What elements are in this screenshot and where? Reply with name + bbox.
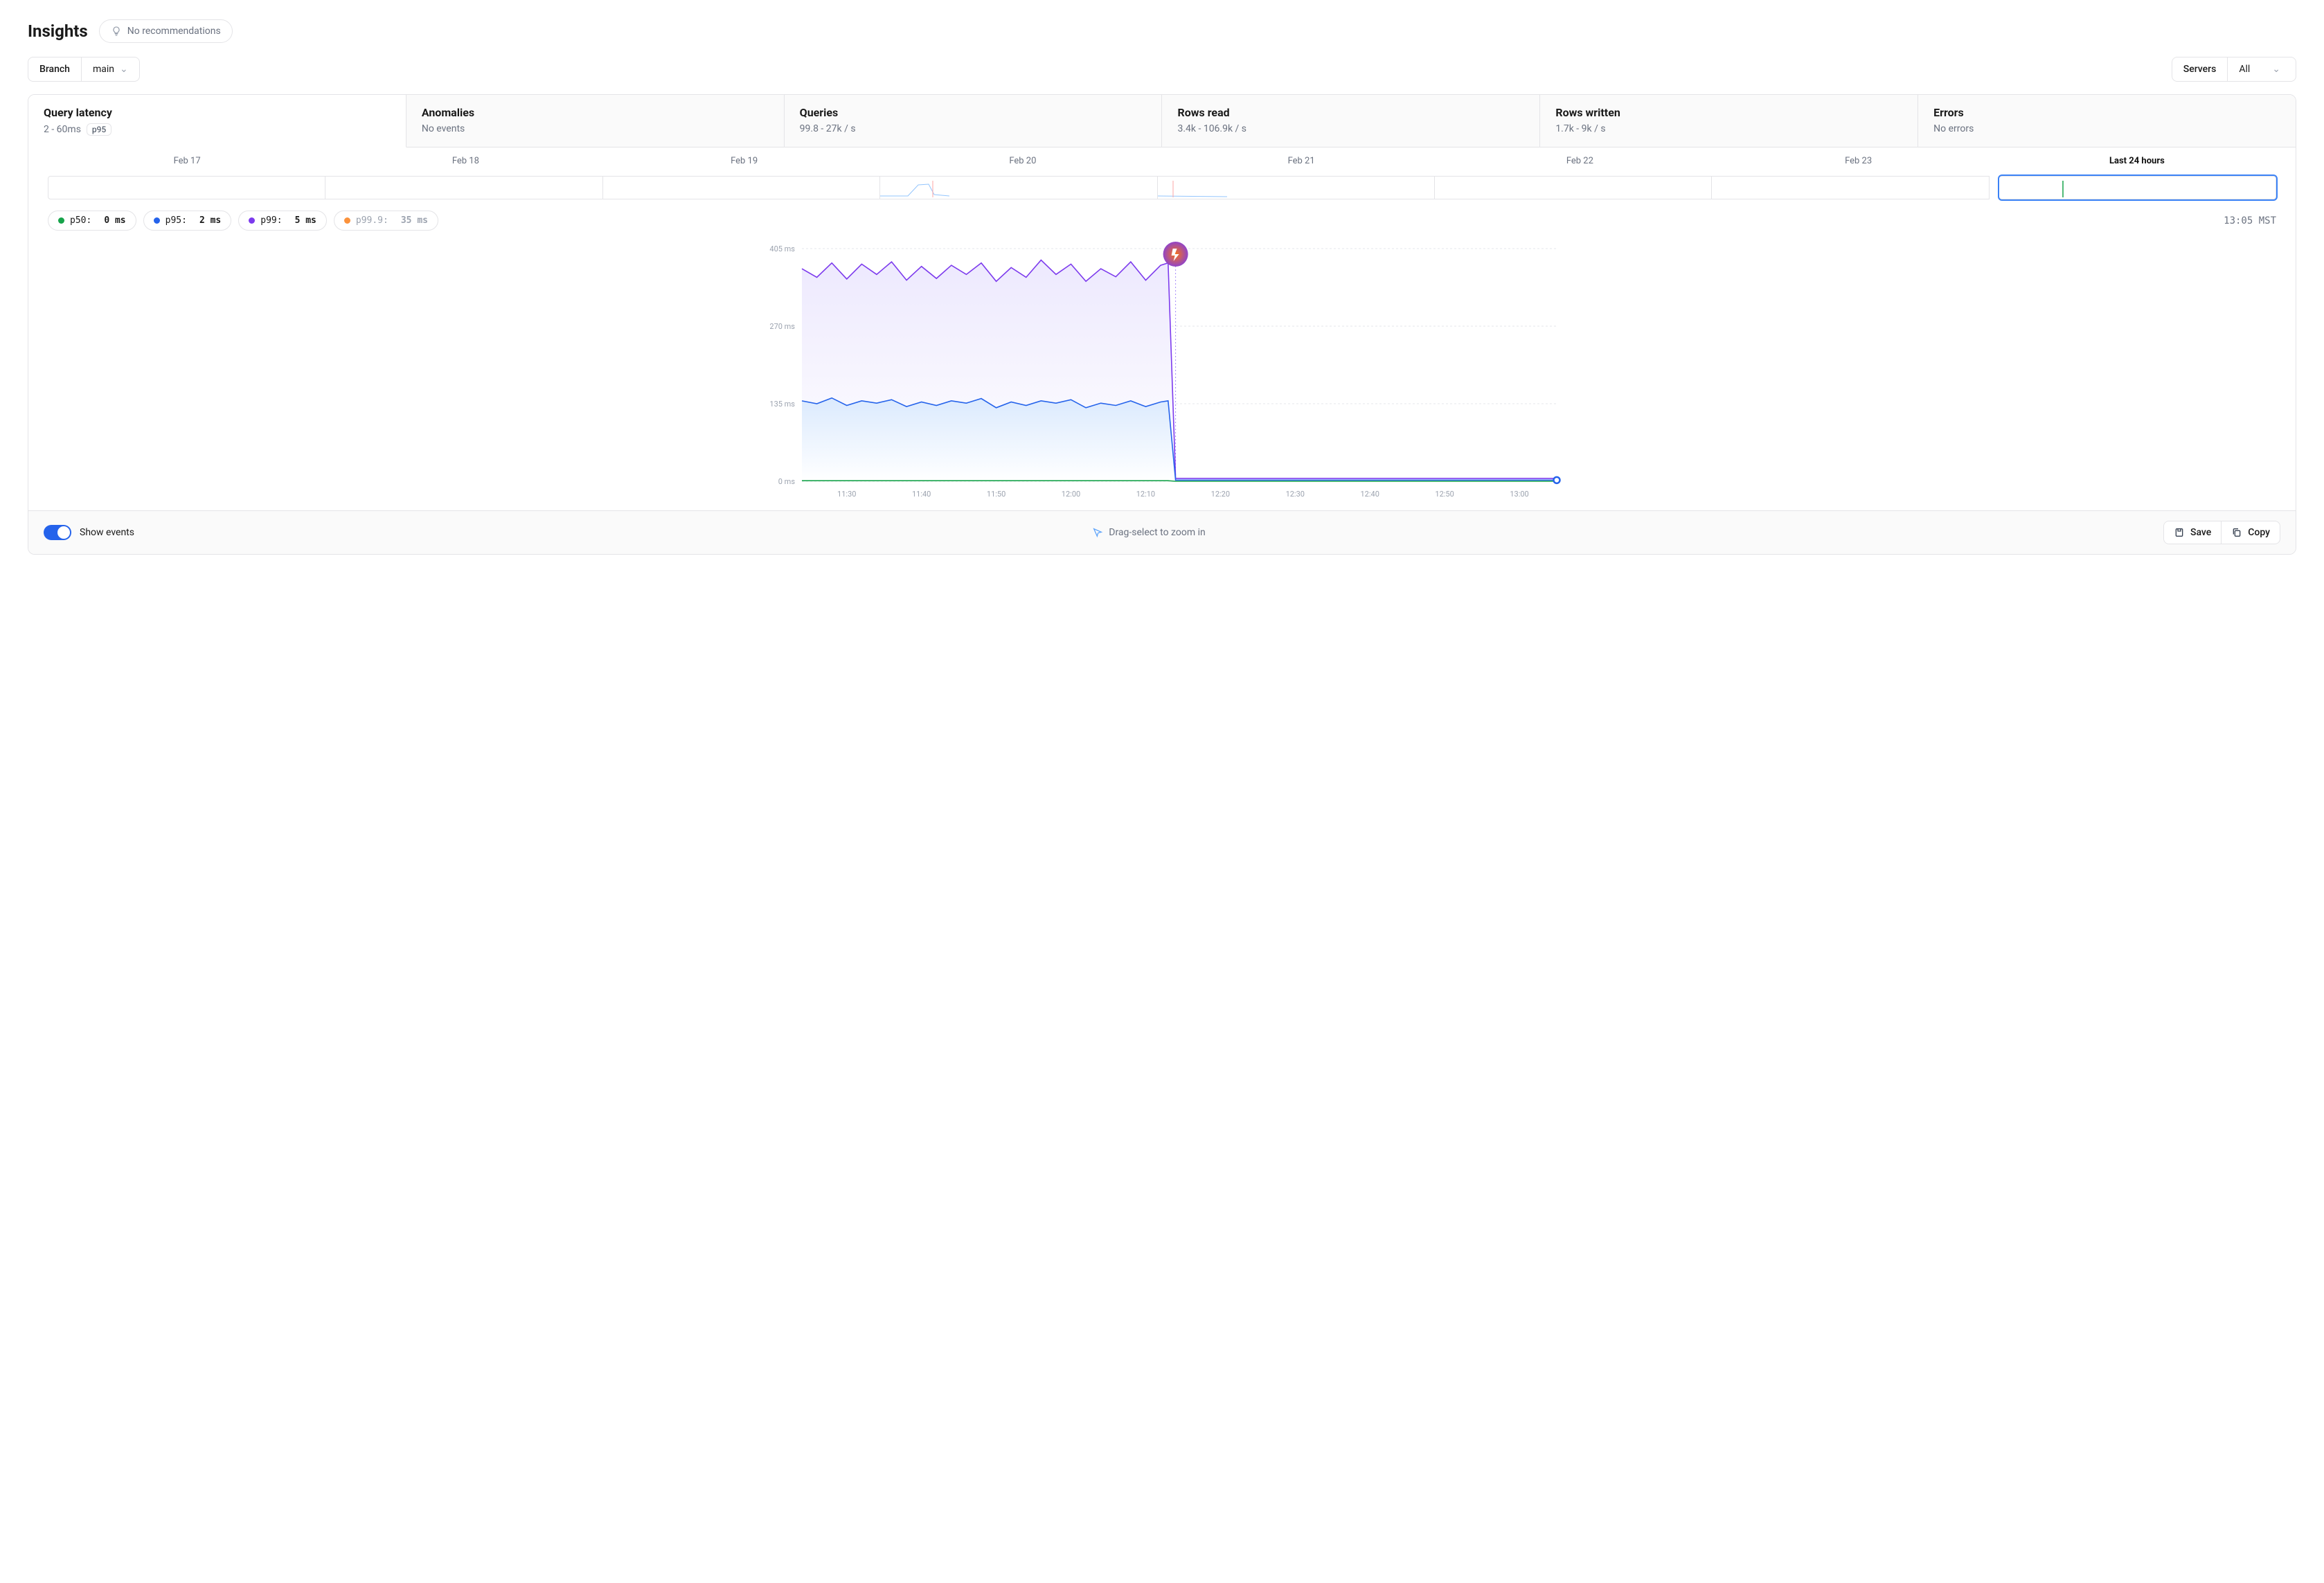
svg-text:12:50: 12:50 [1435,490,1454,499]
timeline-scrubber[interactable] [28,176,2296,211]
tab-rows-written[interactable]: Rows written 1.7k - 9k / s [1540,95,1918,147]
timeline-day[interactable] [48,176,325,199]
tab-errors[interactable]: Errors No errors [1918,95,2296,147]
svg-text:11:50: 11:50 [987,490,1005,499]
svg-text:12:30: 12:30 [1286,490,1305,499]
legend-dot [344,217,350,224]
svg-text:12:20: 12:20 [1211,490,1230,499]
timeline-last-24h[interactable] [1999,176,2276,199]
insights-panel: Query latency 2 - 60ms p95 Anomalies No … [28,94,2296,555]
action-buttons: Save Copy [2163,521,2280,544]
tab-queries[interactable]: Queries 99.8 - 27k / s [785,95,1163,147]
timeline-day[interactable] [325,176,602,199]
legend-dot [58,217,64,224]
timeline-labels: Feb 17 Feb 18 Feb 19 Feb 20 Feb 21 Feb 2… [28,147,2296,176]
timeline-day[interactable] [1435,176,1712,199]
svg-text:11:40: 11:40 [912,490,931,499]
servers-selector[interactable]: Servers All ⌄ [2172,57,2296,82]
servers-value: All [2239,64,2250,75]
legend-dot [249,217,255,224]
branch-value: main [93,64,114,75]
tab-query-latency[interactable]: Query latency 2 - 60ms p95 [28,95,406,147]
tab-anomalies[interactable]: Anomalies No events [406,95,785,147]
chevron-down-icon: ⌄ [120,64,128,75]
branch-selector[interactable]: Branch main ⌄ [28,57,140,82]
timeline-day[interactable] [1712,176,1989,199]
recommendations-label: No recommendations [127,26,221,37]
show-events-label: Show events [80,527,134,538]
svg-text:12:40: 12:40 [1360,490,1379,499]
metric-tabs: Query latency 2 - 60ms p95 Anomalies No … [28,95,2296,147]
timeline-day[interactable] [880,176,1157,199]
tab-rows-read[interactable]: Rows read 3.4k - 106.9k / s [1162,95,1540,147]
svg-text:12:10: 12:10 [1136,490,1155,499]
legend-p95[interactable]: p95:2 ms [143,211,232,231]
svg-text:135 ms: 135 ms [769,400,795,409]
page-title: Insights [28,21,88,41]
cursor-dot [1554,477,1560,483]
legend-p99[interactable]: p99:5 ms [238,211,327,231]
timeline-day[interactable] [1158,176,1435,199]
legend-p50[interactable]: p50:0 ms [48,211,136,231]
cursor-icon [1092,527,1103,538]
legend: p50:0 ms p95:2 ms p99:5 ms p99.9:35 ms [48,211,438,231]
svg-text:11:30: 11:30 [837,490,856,499]
copy-icon [2231,527,2242,538]
save-icon [2174,527,2185,538]
recommendations-pill[interactable]: No recommendations [99,19,233,43]
svg-text:405 ms: 405 ms [769,244,795,253]
legend-dot [154,217,160,224]
svg-text:270 ms: 270 ms [769,322,795,331]
timeline-day[interactable] [603,176,880,199]
chevron-down-icon: ⌄ [2272,64,2280,75]
svg-text:0 ms: 0 ms [778,477,796,486]
p95-badge: p95 [87,123,111,136]
branch-label: Branch [28,57,82,81]
zoom-hint: Drag-select to zoom in [1092,527,1205,538]
servers-label: Servers [2172,57,2228,81]
svg-text:13:00: 13:00 [1510,490,1528,499]
svg-text:12:00: 12:00 [1062,490,1080,499]
legend-p99.9[interactable]: p99.9:35 ms [334,211,438,231]
cursor-timestamp: 13:05 MST [2224,215,2276,226]
lightbulb-icon [111,26,122,37]
latency-chart[interactable]: 0 ms 135 ms 270 ms 405 ms 11:30 11:40 11:50 12:… [48,239,2276,502]
show-events-toggle[interactable] [44,525,71,540]
copy-button[interactable]: Copy [2222,521,2280,544]
save-button[interactable]: Save [2164,521,2222,544]
